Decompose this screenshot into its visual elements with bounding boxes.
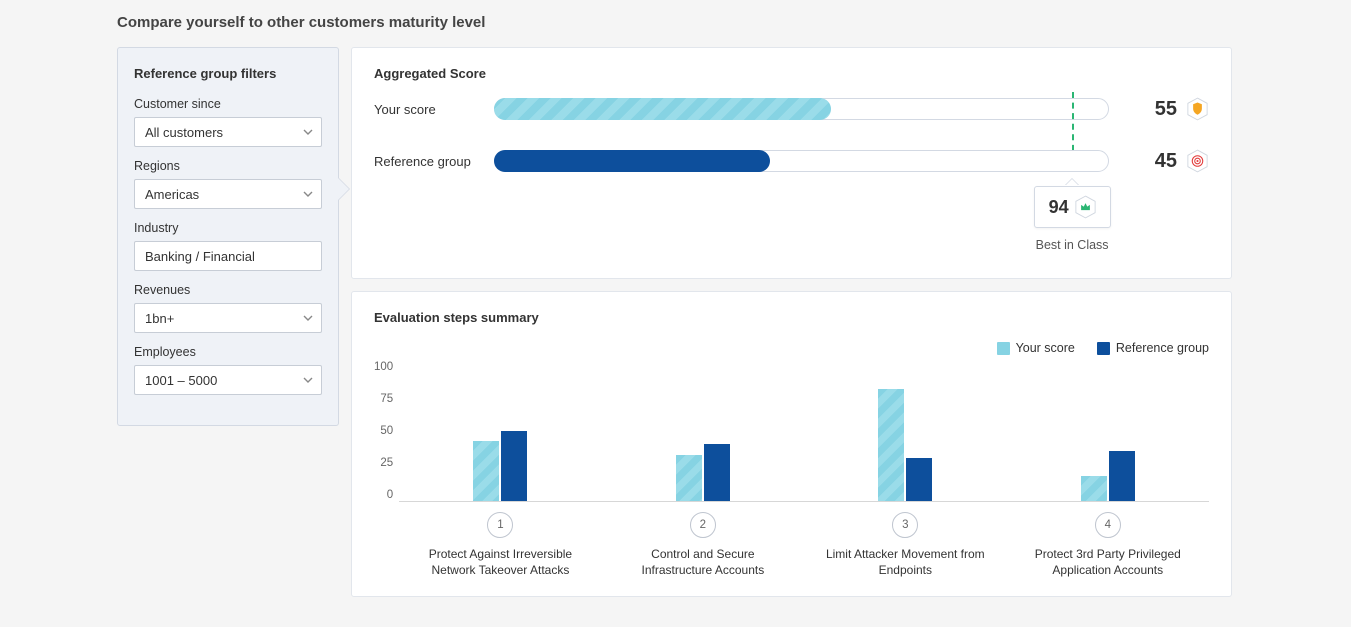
best-in-class-label: Best in Class [1036,238,1109,252]
chevron-down-icon [303,127,313,137]
filter-value-4: 1001 – 5000 [145,373,217,388]
bar-yours-3 [878,389,904,501]
filter-label-2: Industry [134,221,322,235]
target-icon [1185,149,1209,173]
step-label-2: Control and Secure Infrastructure Accoun… [618,546,788,578]
chart-x-axis: 1 Protect Against Irreversible Network Ta… [399,512,1209,578]
best-in-class-value: 94 [1049,197,1069,218]
ytick-0: 0 [374,489,393,501]
crown-icon [1075,195,1096,219]
step-number-3: 3 [892,512,918,538]
bar-yours-2 [676,455,702,501]
filter-value-2: Banking / Financial [145,249,255,264]
chart-category-3: 3 Limit Attacker Movement from Endpoints [804,512,1006,578]
chart-y-axis: 100 75 50 25 0 [374,361,399,501]
filter-value-1: Americas [145,187,199,202]
score-row-yours: Your score94Best in Class55 [374,97,1209,121]
step-number-2: 2 [690,512,716,538]
evaluation-summary-title: Evaluation steps summary [374,310,1209,325]
score-track-ref [494,150,1109,172]
step-label-1: Protect Against Irreversible Network Tak… [415,546,585,578]
chevron-down-icon [303,375,313,385]
best-in-class-callout: 94 Best in Class [1021,186,1123,252]
bar-ref-2 [704,444,730,501]
chevron-down-icon [303,313,313,323]
filter-value-3: 1bn+ [145,311,174,326]
aggregated-score-card: Aggregated Score Your score94Best in Cla… [351,47,1232,279]
chart-group-3 [804,361,1006,501]
bar-yours-1 [473,441,499,501]
filter-value-0: All customers [145,125,223,140]
evaluation-chart: 100 75 50 25 0 1 Protect Against Irreversible… [374,361,1209,578]
chevron-down-icon [303,189,313,199]
score-label-yours: Your score [374,102,494,117]
filter-label-1: Regions [134,159,322,173]
chart-group-1 [399,361,601,501]
reference-group-filters-panel: Reference group filters Customer since Al… [117,47,339,426]
bar-yours-4 [1081,476,1107,501]
aggregated-score-title: Aggregated Score [374,66,1209,81]
page-title: Compare yourself to other customers matu… [117,14,1351,31]
score-row-ref: Reference group 45 [374,149,1209,173]
ytick-50: 50 [374,425,393,437]
step-label-4: Protect 3rd Party Privileged Application… [1023,546,1193,578]
step-number-1: 1 [487,512,513,538]
evaluation-summary-card: Evaluation steps summary Your score Refer… [351,291,1232,597]
chart-category-4: 4 Protect 3rd Party Privileged Applicatio… [1007,512,1209,578]
sidebar-title: Reference group filters [134,66,322,81]
bar-ref-4 [1109,451,1135,501]
legend-item-ref: Reference group [1097,341,1209,355]
filter-select-1[interactable]: Americas [134,179,322,209]
bar-ref-3 [906,458,932,501]
score-label-ref: Reference group [374,154,494,169]
step-label-3: Limit Attacker Movement from Endpoints [820,546,990,578]
score-value-ref: 45 [1127,150,1177,173]
chart-category-2: 2 Control and Secure Infrastructure Accou… [602,512,804,578]
legend-item-yours: Your score [997,341,1075,355]
chart-category-1: 1 Protect Against Irreversible Network Ta… [399,512,601,578]
filter-select-3[interactable]: 1bn+ [134,303,322,333]
ytick-75: 75 [374,393,393,405]
ytick-100: 100 [374,361,393,373]
ytick-25: 25 [374,457,393,469]
chart-group-2 [602,361,804,501]
filter-label-0: Customer since [134,97,322,111]
chart-legend: Your score Reference group [374,341,1209,355]
bar-ref-1 [501,431,527,501]
shield-icon [1185,97,1209,121]
score-value-yours: 55 [1127,98,1177,121]
filter-select-2[interactable]: Banking / Financial [134,241,322,271]
step-number-4: 4 [1095,512,1121,538]
filter-select-0[interactable]: All customers [134,117,322,147]
filter-label-4: Employees [134,345,322,359]
chart-group-4 [1007,361,1209,501]
filter-select-4[interactable]: 1001 – 5000 [134,365,322,395]
filter-label-3: Revenues [134,283,322,297]
score-track-yours [494,98,1109,120]
